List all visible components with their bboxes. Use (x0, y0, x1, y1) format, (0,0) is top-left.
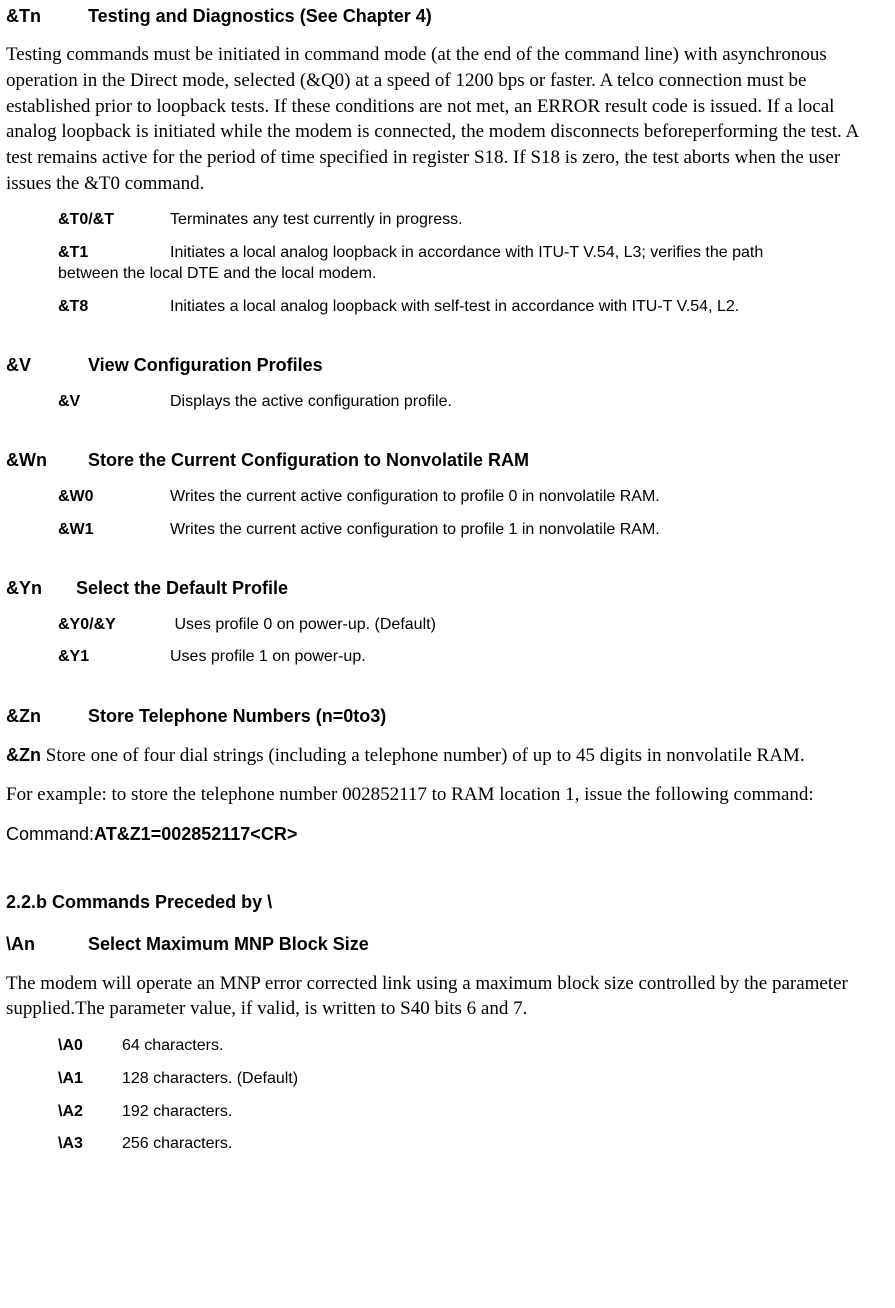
tn-entry-0-desc: Terminates any test currently in progres… (170, 211, 463, 228)
v-entry-0-cmd: &V (58, 392, 170, 413)
heading-an-title: Select Maximum MNP Block Size (88, 934, 369, 954)
heading-zn-cmd: &Zn (6, 704, 88, 728)
heading-wn: &WnStore the Current Configuration to No… (6, 448, 889, 472)
zn-cmdline-value: AT&Z1=002852117<CR> (94, 824, 297, 844)
wn-entry-1-desc: Writes the current active configuration … (170, 521, 660, 538)
zn-para1-text: Store one of four dial strings (includin… (41, 745, 805, 766)
tn-entry-2-desc: Initiates a local analog loopback with s… (170, 298, 739, 315)
an-entry-1: \A1128 characters. (Default) (58, 1069, 889, 1090)
wn-entry-0-cmd: &W0 (58, 487, 170, 508)
heading-tn-title: Testing and Diagnostics (See Chapter 4) (88, 6, 432, 26)
zn-cmdline: Command:AT&Z1=002852117<CR> (6, 822, 889, 846)
tn-entry-0-cmd: &T0/&T (58, 210, 170, 231)
heading-an-cmd: \An (6, 932, 88, 956)
an-entry-3-desc: 256 characters. (122, 1135, 232, 1152)
an-entry-0: \A064 characters. (58, 1036, 889, 1057)
heading-yn: &YnSelect the Default Profile (6, 576, 889, 600)
tn-entry-1: &T1Initiates a local analog loopback in … (58, 243, 889, 285)
tn-entry-2-cmd: &T8 (58, 297, 170, 318)
yn-entry-1-desc: Uses profile 1 on power-up. (170, 648, 366, 665)
tn-entry-2: &T8Initiates a local analog loopback wit… (58, 297, 889, 318)
tn-entry-0: &T0/&TTerminates any test currently in p… (58, 210, 889, 231)
zn-cmdline-label: Command: (6, 824, 94, 844)
heading-zn: &ZnStore Telephone Numbers (n=0to3) (6, 704, 889, 728)
v-entry-0-desc: Displays the active configuration profil… (170, 393, 452, 410)
yn-entry-1: &Y1Uses profile 1 on power-up. (58, 647, 889, 668)
an-entry-2-cmd: \A2 (58, 1102, 122, 1123)
heading-v-cmd: &V (6, 353, 88, 377)
yn-entry-1-cmd: &Y1 (58, 647, 170, 668)
zn-para1: &Zn Store one of four dial strings (incl… (6, 743, 889, 769)
an-entry-2: \A2192 characters. (58, 1102, 889, 1123)
wn-entry-0-desc: Writes the current active configuration … (170, 488, 660, 505)
an-entry-1-cmd: \A1 (58, 1069, 122, 1090)
heading-wn-cmd: &Wn (6, 448, 88, 472)
an-entry-3-cmd: \A3 (58, 1134, 122, 1155)
heading-v: &VView Configuration Profiles (6, 353, 889, 377)
heading-tn-cmd: &Tn (6, 4, 88, 28)
heading-wn-title: Store the Current Configuration to Nonvo… (88, 450, 529, 470)
heading-zn-title: Store Telephone Numbers (n=0to3) (88, 706, 386, 726)
zn-para1-cmd: &Zn (6, 745, 41, 765)
wn-entry-1-cmd: &W1 (58, 520, 170, 541)
an-entry-3: \A3256 characters. (58, 1134, 889, 1155)
wn-entry-0: &W0Writes the current active configurati… (58, 487, 889, 508)
an-entry-0-cmd: \A0 (58, 1036, 122, 1057)
heading-yn-title: Select the Default Profile (76, 578, 288, 598)
tn-para: Testing commands must be initiated in co… (6, 42, 889, 196)
tn-entry-1-desc-b: between the local DTE and the local mode… (58, 265, 376, 282)
an-entry-1-desc: 128 characters. (Default) (122, 1070, 298, 1087)
zn-para2: For example: to store the telephone numb… (6, 782, 889, 808)
yn-entry-0-cmd: &Y0/&Y (58, 615, 170, 636)
an-entry-0-desc: 64 characters. (122, 1037, 223, 1054)
heading-v-title: View Configuration Profiles (88, 355, 323, 375)
section-22b: 2.2.b Commands Preceded by \ (6, 890, 889, 914)
tn-entry-1-cmd: &T1 (58, 243, 170, 264)
an-entry-2-desc: 192 characters. (122, 1103, 232, 1120)
yn-entry-0-desc: Uses profile 0 on power-up. (Default) (170, 616, 436, 633)
tn-entry-1-desc-a: Initiates a local analog loopback in acc… (170, 244, 763, 261)
heading-an: \AnSelect Maximum MNP Block Size (6, 932, 889, 956)
wn-entry-1: &W1Writes the current active configurati… (58, 520, 889, 541)
yn-entry-0: &Y0/&Y Uses profile 0 on power-up. (Defa… (58, 615, 889, 636)
heading-yn-cmd: &Yn (6, 576, 76, 600)
an-para: The modem will operate an MNP error corr… (6, 971, 889, 1022)
heading-tn: &TnTesting and Diagnostics (See Chapter … (6, 4, 889, 28)
v-entry-0: &VDisplays the active configuration prof… (58, 392, 889, 413)
